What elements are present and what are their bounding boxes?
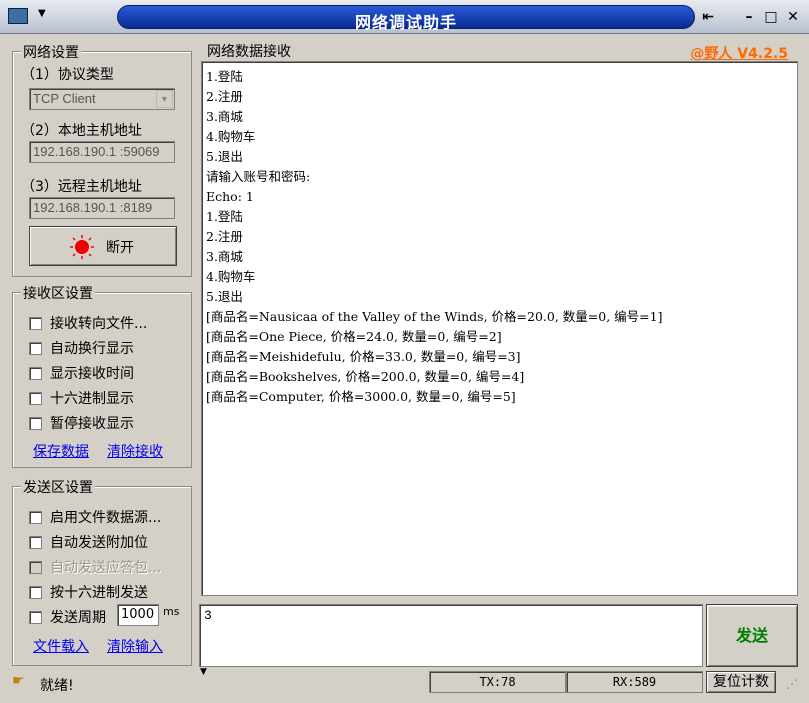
chevron-down-icon: ▼ <box>38 8 46 19</box>
protocol-value: TCP Client <box>33 91 96 106</box>
local-address-label: （2）本地主机地址 <box>21 123 142 139</box>
clear-receive-link[interactable]: 清除接收 <box>107 441 163 461</box>
checkbox-box <box>29 561 42 574</box>
receive-line: [商品名=Nausicaa of the Valley of the Winds… <box>206 309 663 324</box>
tx-counter: TX:78 <box>429 671 566 693</box>
system-menu[interactable]: ▼ <box>4 6 64 28</box>
checkbox-label: 显示接收时间 <box>50 366 134 382</box>
receive-line: [商品名=One Piece, 价格=24.0, 数量=0, 编号=2] <box>206 329 502 344</box>
file-source-checkbox[interactable]: 启用文件数据源... <box>29 507 162 526</box>
auto-reply-checkbox: 自动发送应答包... <box>29 557 162 576</box>
remote-address-label: （3）远程主机地址 <box>21 179 142 195</box>
status-ready: 就绪! <box>40 678 74 694</box>
hex-send-checkbox[interactable]: 按十六进制发送 <box>29 582 148 601</box>
receive-line: 1.登陆 <box>206 209 243 224</box>
pin-icon[interactable]: ⇤ <box>697 7 719 27</box>
receive-lines: 1.登陆 2.注册 3.商城 4.购物车 5.退出 请输入账号和密码: Echo: 1 1.登… <box>206 67 662 407</box>
ready-icon: ☛ <box>12 673 25 689</box>
receive-line: [商品名=Bookshelves, 价格=200.0, 数量=0, 编号=4] <box>206 369 525 384</box>
send-period-checkbox[interactable]: 发送周期 <box>29 607 106 626</box>
checkbox-label: 接收转向文件... <box>50 316 148 332</box>
receive-line: 4.购物车 <box>206 269 256 284</box>
disconnect-button[interactable]: 断开 <box>29 226 177 266</box>
app-icon <box>8 8 28 24</box>
period-unit: ms <box>163 605 180 618</box>
receive-textarea[interactable]: 1.登陆 2.注册 3.商城 4.购物车 5.退出 请输入账号和密码: Echo: 1 1.登… <box>201 61 798 596</box>
checkbox-box[interactable] <box>29 511 42 524</box>
receive-line: [商品名=Meishidefulu, 价格=33.0, 数量=0, 编号=3] <box>206 349 521 364</box>
receive-settings-group: 接收区设置 接收转向文件... 自动换行显示 显示接收时间 十六进制显示 暂停接… <box>12 283 192 468</box>
receive-line: 4.购物车 <box>206 129 256 144</box>
pause-display-checkbox[interactable]: 暂停接收显示 <box>29 413 134 432</box>
checkbox-label: 暂停接收显示 <box>50 416 134 432</box>
checkbox-label: 按十六进制发送 <box>50 585 148 601</box>
minimize-button[interactable]: – <box>738 7 760 27</box>
receive-line: 3.商城 <box>206 249 243 264</box>
receive-line: 2.注册 <box>206 89 243 104</box>
show-time-checkbox[interactable]: 显示接收时间 <box>29 363 134 382</box>
network-settings-title: 网络设置 <box>21 42 81 62</box>
checkbox-label: 发送周期 <box>50 610 106 626</box>
receive-line: 请输入账号和密码: <box>206 169 311 184</box>
resize-grip-icon[interactable]: ⋰ <box>786 677 798 691</box>
close-button[interactable]: ✕ <box>782 7 804 27</box>
checkbox-box[interactable] <box>29 367 42 380</box>
chevron-down-icon[interactable]: ▼ <box>156 90 173 108</box>
reset-counter-button[interactable]: 复位计数 <box>706 671 776 693</box>
receive-line: 2.注册 <box>206 229 243 244</box>
checkbox-label: 十六进制显示 <box>50 391 134 407</box>
checkbox-box[interactable] <box>29 536 42 549</box>
clear-input-link[interactable]: 清除输入 <box>107 636 163 656</box>
send-period-input[interactable]: 1000 <box>117 604 159 626</box>
disconnect-label: 断开 <box>106 240 134 256</box>
recv-to-file-checkbox[interactable]: 接收转向文件... <box>29 313 148 332</box>
receive-line: 3.商城 <box>206 109 243 124</box>
version-link[interactable]: @野人 V4.2.5 <box>690 43 788 63</box>
maximize-button[interactable]: □ <box>760 7 782 27</box>
save-data-link[interactable]: 保存数据 <box>33 441 89 461</box>
checkbox-box[interactable] <box>29 417 42 430</box>
send-settings-title: 发送区设置 <box>21 477 95 497</box>
resize-indicator-icon: ▼ <box>200 667 207 677</box>
send-button[interactable]: 发送 <box>706 604 798 667</box>
title-pill: 网络调试助手 <box>117 5 695 32</box>
checkbox-label: 自动发送应答包... <box>50 560 162 576</box>
checkbox-label: 启用文件数据源... <box>50 510 162 526</box>
checkbox-label: 自动发送附加位 <box>50 535 148 551</box>
protocol-select[interactable]: TCP Client ▼ <box>29 88 175 110</box>
hex-display-checkbox[interactable]: 十六进制显示 <box>29 388 134 407</box>
status-bar: ☛ 就绪! ▼ TX:78 RX:589 复位计数 ⋰ <box>0 667 809 703</box>
receive-line: 5.退出 <box>206 149 243 164</box>
receive-line: Echo: 1 <box>206 189 254 204</box>
network-settings-group: 网络设置 （1）协议类型 TCP Client ▼ （2）本地主机地址 192.… <box>12 42 192 277</box>
receive-line: 1.登陆 <box>206 69 243 84</box>
checkbox-box[interactable] <box>29 392 42 405</box>
send-input[interactable]: 3 <box>199 604 703 667</box>
window-title: 网络调试助手 <box>354 13 457 32</box>
checkbox-label: 自动换行显示 <box>50 341 134 357</box>
status-light-icon <box>70 235 94 259</box>
checkbox-box[interactable] <box>29 317 42 330</box>
title-bar: ▼ 网络调试助手 ⇤ – □ ✕ <box>0 0 809 34</box>
receive-line: 5.退出 <box>206 289 243 304</box>
load-file-link[interactable]: 文件载入 <box>33 636 89 656</box>
receive-settings-title: 接收区设置 <box>21 283 95 303</box>
remote-address-field[interactable]: 192.168.190.1 :8189 <box>29 197 175 219</box>
checkbox-box[interactable] <box>29 611 42 624</box>
receive-line: [商品名=Computer, 价格=3000.0, 数量=0, 编号=5] <box>206 389 516 404</box>
append-bit-checkbox[interactable]: 自动发送附加位 <box>29 532 148 551</box>
send-settings-group: 发送区设置 启用文件数据源... 自动发送附加位 自动发送应答包... 按十六进… <box>12 477 192 666</box>
receive-area-title: 网络数据接收 <box>205 41 293 61</box>
rx-counter: RX:589 <box>566 671 703 693</box>
protocol-label: （1）协议类型 <box>21 67 114 83</box>
local-address-field[interactable]: 192.168.190.1 :59069 <box>29 141 175 163</box>
checkbox-box[interactable] <box>29 342 42 355</box>
checkbox-box[interactable] <box>29 586 42 599</box>
receive-panel: 网络数据接收 @野人 V4.2.5 1.登陆 2.注册 3.商城 4.购物车 5.退出请… <box>201 41 798 596</box>
auto-wrap-checkbox[interactable]: 自动换行显示 <box>29 338 134 357</box>
